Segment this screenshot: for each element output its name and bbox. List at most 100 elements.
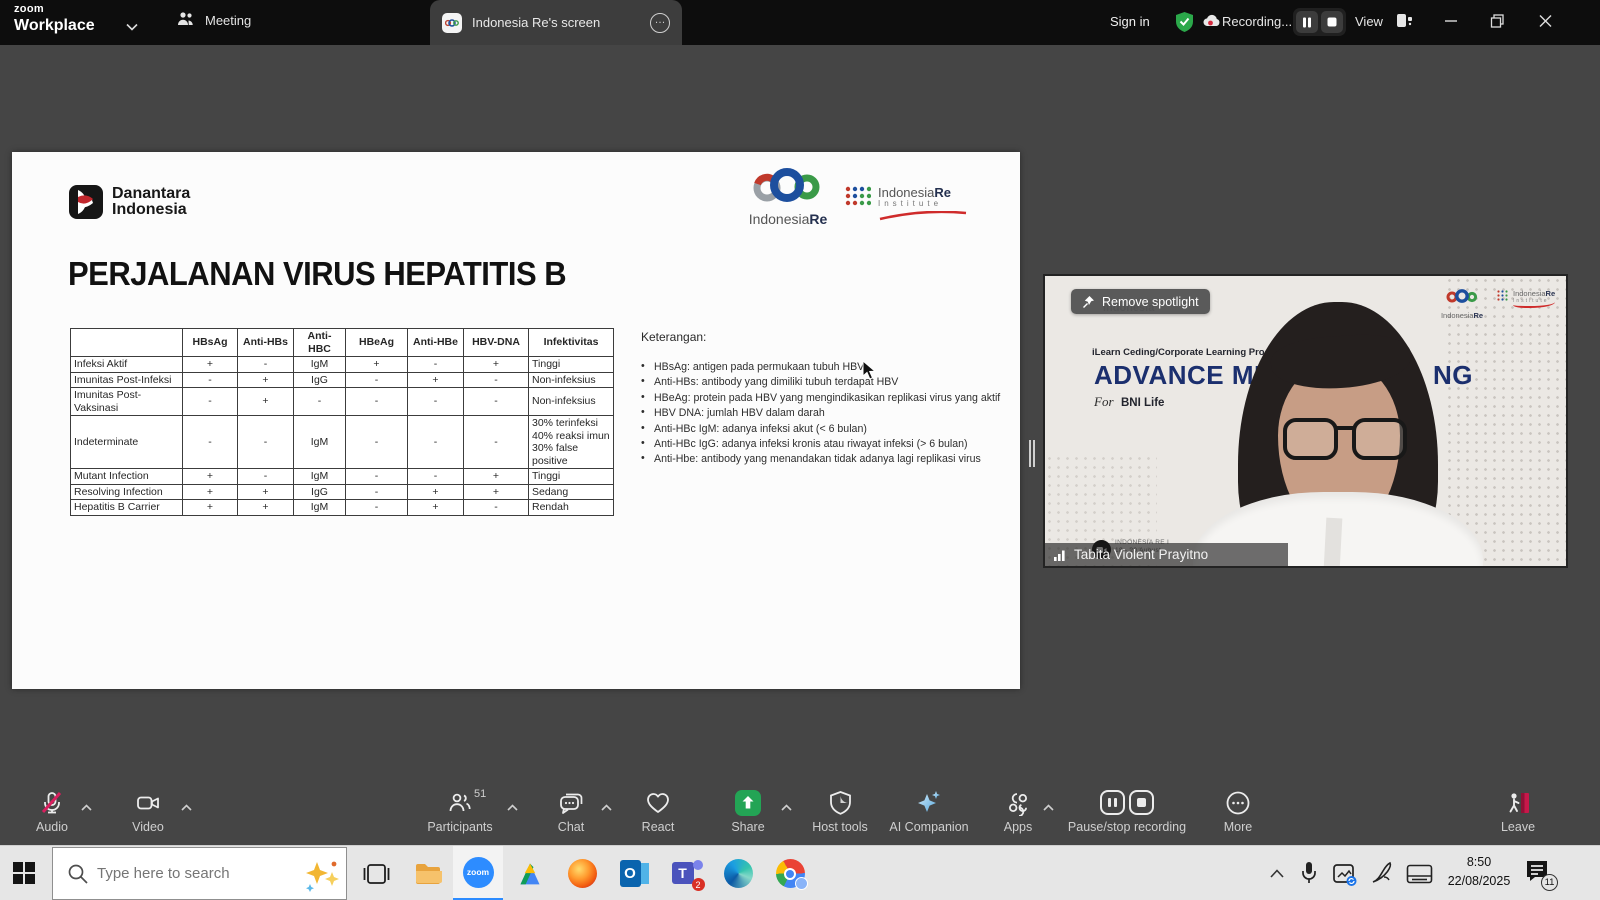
sign-in-link[interactable]: Sign in: [1110, 14, 1150, 29]
indonesiare-institute-logo: IndonesiaRe Institute: [845, 186, 968, 226]
react-button[interactable]: React: [633, 789, 683, 834]
zoom-workplace-logo: zoom Workplace: [14, 4, 95, 34]
firefox-icon[interactable]: [557, 846, 607, 900]
more-ellipsis-icon: [1225, 789, 1251, 816]
ai-companion-button[interactable]: AI Companion: [886, 789, 972, 834]
participants-button[interactable]: 51 Participants: [428, 789, 492, 834]
remove-spotlight-button[interactable]: Remove spotlight: [1071, 289, 1210, 314]
taskbar-clock[interactable]: 8:50 22/08/2025: [1438, 853, 1520, 891]
pause-recording-icon[interactable]: [1296, 11, 1318, 33]
table-cell: Imunitas Post-Vaksinasi: [71, 388, 183, 416]
outlook-icon[interactable]: O: [609, 846, 659, 900]
minimize-icon[interactable]: [1444, 13, 1458, 34]
security-shield-icon[interactable]: [1174, 11, 1195, 38]
leave-button[interactable]: Leave: [1492, 789, 1544, 834]
windows-start-icon[interactable]: [13, 862, 35, 884]
table-cell: -: [408, 388, 464, 416]
file-explorer-icon[interactable]: [403, 846, 453, 900]
search-input[interactable]: [97, 848, 297, 899]
search-highlights-sparkles-icon[interactable]: [301, 858, 343, 897]
tray-mic-icon[interactable]: [1301, 861, 1317, 890]
toolbar-pause-icon[interactable]: [1100, 790, 1125, 815]
share-label: Share: [731, 820, 764, 834]
mic-muted-icon: [39, 789, 65, 816]
view-layout-icon[interactable]: [1396, 13, 1413, 33]
institute-sub-label: Institute: [878, 199, 968, 208]
table-cell: -: [408, 357, 464, 373]
chevron-down-icon[interactable]: [126, 18, 138, 36]
table-cell: -: [408, 416, 464, 469]
pause-stop-recording-button[interactable]: Pause/stop recording: [1063, 789, 1191, 834]
panel-drag-handle[interactable]: [1029, 440, 1037, 467]
participant-name: Tabita Violent Prayitno: [1074, 547, 1208, 562]
stop-recording-icon[interactable]: [1321, 11, 1343, 33]
apps-label: Apps: [1004, 820, 1033, 834]
participant-name-tag: Tabita Violent Prayitno: [1045, 543, 1288, 566]
indonesiare-logo: IndonesiaRe: [740, 164, 836, 227]
more-label: More: [1224, 820, 1252, 834]
indonesiare-label-bold: Re: [809, 211, 827, 227]
clock-date: 22/08/2025: [1438, 872, 1520, 891]
brand-workplace-text: Workplace: [14, 18, 95, 34]
share-chevron-up-icon[interactable]: [781, 798, 792, 816]
keterangan-item: HBeAg: protein pada HBV yang mengindikas…: [641, 392, 1020, 404]
taskbar-search[interactable]: [52, 847, 347, 900]
participant-video-tile[interactable]: Indonesia iLearn Ceding/Corporate Learni…: [1043, 274, 1568, 568]
signal-bars-icon: [1053, 549, 1067, 561]
tab-options-ellipsis-icon[interactable]: …: [650, 13, 670, 33]
table-cell: Mutant Infection: [71, 469, 183, 485]
edge-icon[interactable]: [713, 846, 763, 900]
notification-center-icon[interactable]: 11: [1524, 858, 1554, 888]
audio-button[interactable]: Audio: [25, 789, 79, 834]
table-cell: -: [238, 416, 294, 469]
tray-expand-chevron-icon[interactable]: [1270, 865, 1284, 883]
restore-window-icon[interactable]: [1490, 13, 1505, 34]
portrait-shirt-placket: [1324, 518, 1343, 568]
tray-pen-icon[interactable]: [1370, 861, 1394, 890]
teams-notification-badge: 2: [692, 878, 705, 891]
danantara-label-1: Danantara: [112, 186, 190, 202]
table-row: Infeksi Aktif+-IgM+-+Tinggi: [71, 357, 614, 373]
chrome-icon[interactable]: [765, 846, 815, 900]
chat-button[interactable]: Chat: [548, 789, 594, 834]
toolbar-stop-icon[interactable]: [1129, 790, 1154, 815]
keterangan-item: Anti-Hbe: antibody yang menandakan tidak…: [641, 453, 1020, 465]
google-drive-icon[interactable]: [505, 846, 555, 900]
share-button[interactable]: Share: [723, 789, 773, 834]
apps-chevron-up-icon[interactable]: [1043, 798, 1054, 816]
host-tools-button[interactable]: Host tools: [807, 789, 873, 834]
video-button[interactable]: Video: [121, 789, 175, 834]
chat-chevron-up-icon[interactable]: [601, 798, 612, 816]
leave-icon: [1505, 789, 1532, 816]
pin-icon: [1082, 295, 1095, 309]
table-cell: +: [346, 357, 408, 373]
chat-label: Chat: [558, 820, 584, 834]
camera-icon: [135, 789, 161, 816]
keterangan-item: HBsAg: antigen pada permukaan tubuh HBV: [641, 361, 1020, 373]
apps-button[interactable]: Apps: [995, 789, 1041, 834]
video-chevron-up-icon[interactable]: [181, 798, 192, 816]
tab-meeting[interactable]: Meeting: [176, 10, 251, 31]
react-label: React: [642, 820, 675, 834]
participants-chevron-up-icon[interactable]: [507, 798, 518, 816]
zoom-app-icon[interactable]: zoom: [453, 846, 503, 900]
task-view-icon[interactable]: [351, 846, 401, 900]
windows-taskbar: zoom O T 2: [0, 845, 1600, 900]
table-header-cell: HBeAg: [346, 329, 408, 357]
teams-icon[interactable]: T 2: [661, 846, 711, 900]
tab-shared-screen[interactable]: Indonesia Re's screen …: [430, 0, 682, 45]
table-header-row: HBsAgAnti-HBsAnti-HBCHBeAgAnti-HBeHBV-DN…: [71, 329, 614, 357]
table-row: Imunitas Post-Vaksinasi-+----Non-infeksi…: [71, 388, 614, 416]
table-cell: +: [238, 484, 294, 500]
close-icon[interactable]: [1538, 13, 1553, 34]
audio-chevron-up-icon[interactable]: [81, 798, 92, 816]
tab-shared-screen-label: Indonesia Re's screen: [472, 15, 600, 30]
table-row: Imunitas Post-Infeksi-+IgG-+-Non-infeksi…: [71, 372, 614, 388]
table-cell: -: [408, 469, 464, 485]
view-button-label[interactable]: View: [1355, 14, 1383, 29]
ai-companion-sparkle-icon: [915, 789, 943, 816]
more-button[interactable]: More: [1215, 789, 1261, 834]
table-cell: -: [238, 357, 294, 373]
tray-touch-keyboard-icon[interactable]: [1406, 864, 1433, 889]
tray-photos-icon[interactable]: [1332, 863, 1358, 892]
